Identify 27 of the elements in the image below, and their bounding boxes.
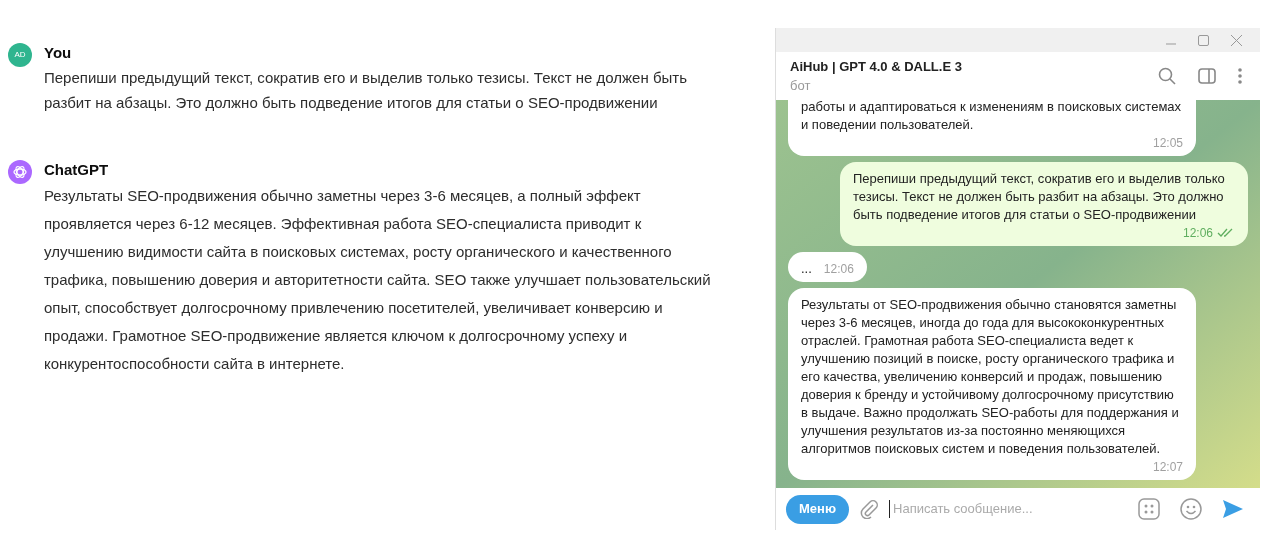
maximize-icon[interactable] xyxy=(1198,34,1209,46)
message-time: 12:07 xyxy=(1152,459,1183,476)
author-name: You xyxy=(44,43,73,63)
emoji-icon[interactable] xyxy=(1180,498,1202,520)
message-time: 12:05 xyxy=(1152,135,1183,152)
menu-button[interactable]: Меню xyxy=(786,494,849,524)
message-time: 12:06 xyxy=(1182,225,1213,242)
message-text: работы и адаптироваться к изменениям в поисковых системах и поведении пользователей. xyxy=(801,100,1183,134)
chat-subtitle: бот xyxy=(790,77,812,95)
sidebar-toggle-icon[interactable] xyxy=(1198,68,1216,84)
user-avatar: AD xyxy=(8,43,32,67)
message-text: Результаты от SEO-продвижения обычно становятся заметны через 3-6 месяцев, иногда до года для высококонкурентных отраслей. Грамотная работа SEO-специалиста ведет к улучшению позиций в поиске, росту органического трафика и его качества, увеличению конверсий и продаж, повышению доверия к бренду и устойчивому долгосрочному присутствию в выдаче. Важно продолжать SEO-работы для поддержания и улучшения результатов из-за постоянно меняющихся алгоритмов поисковых систем и поведения пользователей. xyxy=(801,296,1180,458)
chatgpt-logo-icon xyxy=(8,160,32,184)
message-text: Результаты SEO-продвижения обычно заметны через 3-6 месяцев, а полный эффект проявляется через 6-12 месяцев. Эффективная работа SEO-специалиста приводит к улучшению видимости сайта в поисковых системах, росту органического и качественного трафика, повышению доверия и авторитетности сайта. SEO также улучшает пользовательский опыт, способствует долгосрочному привлечению посетителей, увеличивает конверсию и продажи. Грамотное SEO-продвижение является ключом к долгосрочному успеху и конкурентоспособности сайта в интернете. xyxy=(44,186,712,374)
author-name: ChatGPT xyxy=(44,160,110,180)
message-text: ... xyxy=(801,260,812,278)
send-icon[interactable] xyxy=(1222,499,1244,519)
paperclip-icon[interactable] xyxy=(859,499,879,519)
message-input[interactable]: Написать сообщение... xyxy=(890,499,1128,519)
chat-title: AiHub | GPT 4.0 & DALL.E 3 xyxy=(790,57,963,76)
bot-commands-icon[interactable] xyxy=(1138,498,1160,520)
message-text: Перепиши предыдущий текст, сократив его и выделив только тезисы. Текст не должен быть разбит на абзацы. Это должно быть подведение итогов для статьи о SEO-продвижении xyxy=(44,68,688,113)
search-icon[interactable] xyxy=(1158,67,1176,85)
message-text: Перепиши предыдущий текст, сократив его и выделив только тезисы. Текст не должен быть разбит на абзацы. Это должно быть подведение итогов для статьи о SEO-продвижении xyxy=(853,170,1226,224)
close-icon[interactable] xyxy=(1231,34,1242,46)
more-options-icon[interactable] xyxy=(1238,68,1242,84)
message-time: 12:06 xyxy=(823,261,854,278)
